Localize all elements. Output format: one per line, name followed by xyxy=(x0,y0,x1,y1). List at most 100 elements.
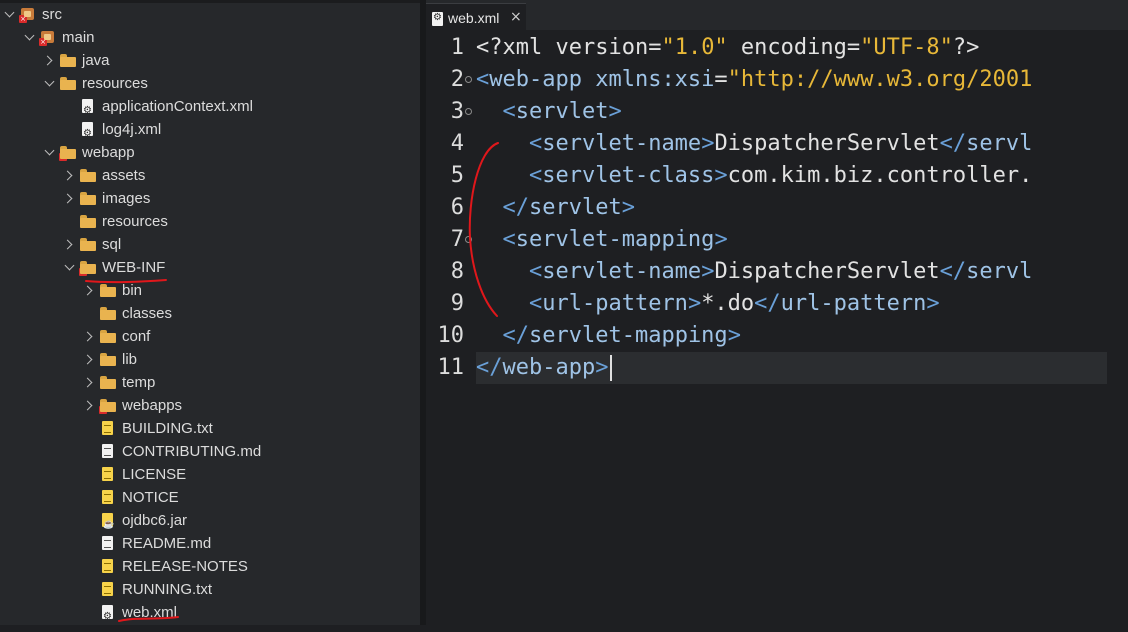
chevron-right-icon[interactable] xyxy=(64,233,76,256)
tree-item[interactable]: ojdbc6.jar xyxy=(0,509,420,536)
tree-item-label: src xyxy=(42,6,62,23)
chevron-right-icon[interactable] xyxy=(84,394,96,417)
tree-item[interactable]: sql xyxy=(0,233,420,256)
code-line[interactable]: <servlet-name>DispatcherServlet</servl xyxy=(476,128,1116,160)
tree-item[interactable]: lib xyxy=(0,348,420,371)
tree-item[interactable]: BUILDING.txt xyxy=(0,417,420,440)
tree-item[interactable]: × src xyxy=(0,3,420,26)
close-icon[interactable]: × xyxy=(510,9,522,25)
tree-item[interactable]: resources xyxy=(0,72,420,95)
code-token: web-app xyxy=(502,355,596,380)
code-token: < xyxy=(528,163,543,188)
tree-item[interactable]: bin xyxy=(0,279,420,302)
project-explorer: × src × main java resources applicationContext… xyxy=(0,0,420,625)
tree-item[interactable]: applicationContext.xml xyxy=(0,95,420,122)
line-number: 7 xyxy=(450,227,464,252)
text-file-icon xyxy=(100,467,116,482)
chevron-right-icon[interactable] xyxy=(64,187,76,210)
chevron-down-icon[interactable] xyxy=(24,26,36,49)
tree-item-label: NOTICE xyxy=(122,489,179,506)
folder-icon xyxy=(100,375,116,390)
chevron-right-icon[interactable] xyxy=(64,164,76,187)
code-token: > xyxy=(621,195,635,220)
code-line[interactable]: <url-pattern>*.do</url-pattern> xyxy=(476,288,1116,320)
chevron-down-icon[interactable] xyxy=(44,72,56,95)
code-line[interactable]: </servlet-mapping> xyxy=(476,320,1116,352)
chevron-right-icon[interactable] xyxy=(84,371,96,394)
code-token: encoding xyxy=(727,35,847,60)
error-marker-icon: × xyxy=(39,38,47,46)
code-token: web-app xyxy=(489,67,582,92)
code-line[interactable]: <servlet-name>DispatcherServlet</servl xyxy=(476,256,1116,288)
package-error-icon: × xyxy=(19,7,36,23)
tree-item[interactable]: assets xyxy=(0,164,420,187)
chevron-down-icon[interactable] xyxy=(44,141,56,164)
code-line[interactable]: <servlet-mapping> xyxy=(476,224,1116,256)
tree-item[interactable]: × webapps xyxy=(0,394,420,417)
code-line[interactable]: <web-app xmlns:xsi="http://www.w3.org/20… xyxy=(476,64,1116,96)
jar-file-icon xyxy=(100,513,116,536)
tree-item[interactable]: × main xyxy=(0,26,420,49)
chevron-right-icon[interactable] xyxy=(44,49,56,72)
code-line[interactable]: </servlet> xyxy=(476,192,1116,224)
code-line[interactable]: <?xml version="1.0" encoding="UTF-8"?> xyxy=(476,32,1116,64)
tree-item[interactable]: CONTRIBUTING.md xyxy=(0,440,420,463)
tree-item-label: CONTRIBUTING.md xyxy=(122,443,262,460)
code-line[interactable]: <servlet> xyxy=(476,96,1116,128)
code-token: </ xyxy=(502,195,530,220)
folder-icon xyxy=(80,237,96,252)
tree-item[interactable]: resources xyxy=(0,210,420,233)
fold-toggle-icon[interactable] xyxy=(465,236,472,243)
chevron-right-icon[interactable] xyxy=(84,279,96,302)
line-number: 5 xyxy=(450,163,464,188)
code-token: </ xyxy=(939,131,967,156)
tree-item[interactable]: README.md xyxy=(0,532,420,555)
chevron-down-icon[interactable] xyxy=(64,256,76,279)
text-file-icon xyxy=(100,559,116,574)
code-token: </ xyxy=(476,355,503,380)
fold-toggle-icon[interactable] xyxy=(465,108,472,115)
line-number: 4 xyxy=(450,131,464,156)
code-token: version xyxy=(555,35,649,60)
code-token: > xyxy=(714,227,728,252)
code-line[interactable]: <servlet-class>com.kim.biz.controller. xyxy=(476,160,1116,192)
code-token: servl xyxy=(966,259,1033,284)
tree-item-label: LICENSE xyxy=(122,466,187,483)
tree-item[interactable]: web.xml xyxy=(0,601,420,625)
code-token: servlet-name xyxy=(542,259,702,284)
tree-item[interactable]: temp xyxy=(0,371,420,394)
tab-web-xml[interactable]: web.xml × xyxy=(426,3,526,31)
fold-toggle-icon[interactable] xyxy=(465,76,472,83)
error-marker-icon: × xyxy=(19,15,27,23)
folder-error-icon: × xyxy=(59,145,76,161)
code-line[interactable]: </web-app> xyxy=(476,352,1107,384)
text-file-icon xyxy=(100,582,116,597)
chevron-right-icon[interactable] xyxy=(84,325,96,348)
code-area[interactable]: <?xml version="1.0" encoding="UTF-8"?> <w… xyxy=(476,32,1128,632)
tree-item[interactable]: NOTICE xyxy=(0,486,420,509)
error-marker-icon: × xyxy=(59,153,67,161)
tree-item[interactable]: RUNNING.txt xyxy=(0,578,420,601)
tree-item[interactable]: × webapp xyxy=(0,141,420,164)
tree-item[interactable]: conf xyxy=(0,325,420,348)
chevron-right-icon[interactable] xyxy=(84,348,96,371)
tree-item[interactable]: java xyxy=(0,49,420,72)
chevron-down-icon[interactable] xyxy=(4,3,16,26)
tree-item-label: RELEASE-NOTES xyxy=(122,558,248,575)
code-token: > xyxy=(608,99,622,124)
tree-item-label: README.md xyxy=(122,535,212,552)
tree-item[interactable]: RELEASE-NOTES xyxy=(0,555,420,578)
folder-icon xyxy=(100,306,116,321)
tree-item[interactable]: images xyxy=(0,187,420,210)
line-number: 6 xyxy=(450,195,464,220)
tree-item[interactable]: × WEB-INF xyxy=(0,256,420,279)
code-token: < xyxy=(476,67,490,92)
tree-item[interactable]: LICENSE xyxy=(0,463,420,486)
code-token: servlet-name xyxy=(542,131,702,156)
tree-item[interactable]: classes xyxy=(0,302,420,325)
tree-item[interactable]: log4j.xml xyxy=(0,118,420,145)
